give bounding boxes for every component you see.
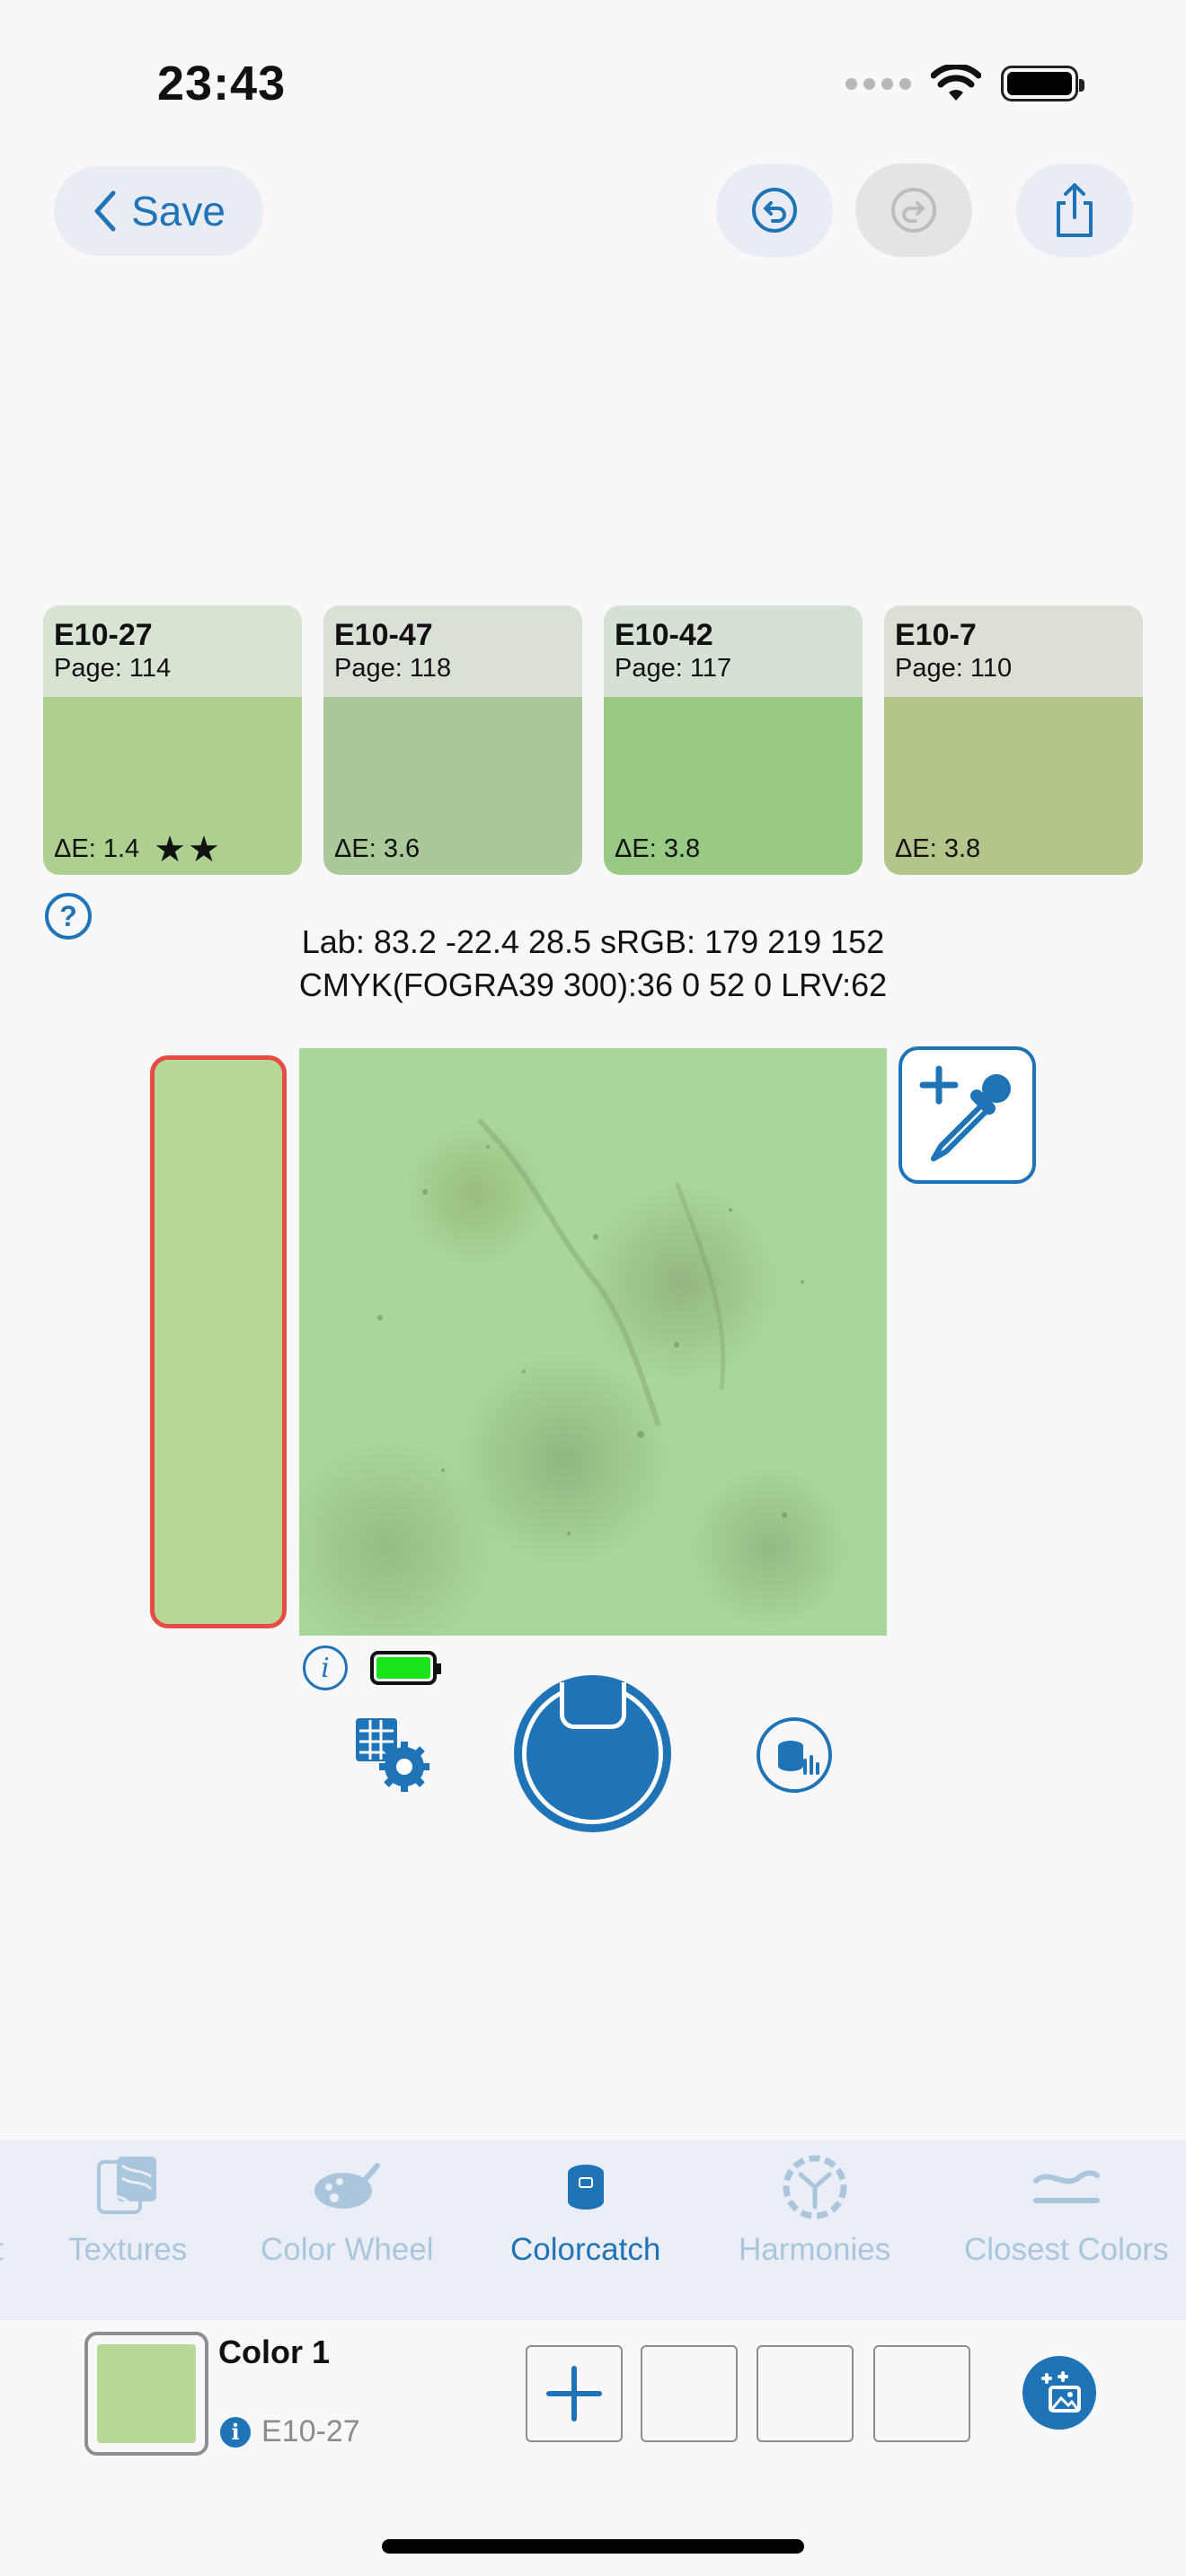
signal-dots-icon bbox=[845, 77, 911, 90]
tab-harmonies[interactable]: Harmonies bbox=[739, 2151, 890, 2268]
plus-icon bbox=[546, 2366, 602, 2422]
textures-icon bbox=[97, 2157, 157, 2214]
palette-icon bbox=[314, 2163, 381, 2209]
share-icon bbox=[1057, 183, 1093, 237]
tab-label: Textures bbox=[68, 2232, 188, 2267]
swatch-page: Page: 110 bbox=[895, 654, 1013, 683]
device-info-icon[interactable]: i bbox=[303, 1645, 348, 1690]
swatch-delta-e: ΔE: 3.8 bbox=[615, 834, 701, 863]
chevron-left-icon bbox=[94, 190, 116, 232]
eyedropper-plus-icon bbox=[919, 1065, 1011, 1161]
tab-partial[interactable]: t bbox=[0, 2151, 4, 2268]
capture-button[interactable] bbox=[514, 1675, 671, 1832]
swatch-header: E10-42 Page: 117 bbox=[604, 605, 863, 697]
redo-button[interactable] bbox=[855, 163, 972, 257]
swatch-code: E10-42 bbox=[615, 618, 713, 652]
add-eyedropper-button[interactable] bbox=[898, 1046, 1036, 1184]
color-slot[interactable] bbox=[641, 2345, 738, 2442]
swatch-color: ΔE: 3.6 bbox=[323, 697, 582, 875]
swatch-page: Page: 118 bbox=[334, 654, 452, 683]
save-button[interactable]: Save bbox=[54, 166, 263, 256]
swatch-page: Page: 114 bbox=[54, 654, 172, 683]
swatch-header: E10-27 Page: 114 bbox=[43, 605, 302, 697]
color-slot[interactable] bbox=[757, 2345, 854, 2442]
lab-srgb-readout: Lab: 83.2 -22.4 28.5 sRGB: 179 219 152 bbox=[301, 923, 885, 960]
save-label: Save bbox=[131, 188, 226, 234]
tab-label: Colorcatch bbox=[510, 2232, 661, 2267]
undo-icon bbox=[752, 188, 797, 233]
device-battery-icon bbox=[370, 1651, 441, 1685]
device-settings-button[interactable] bbox=[350, 1711, 431, 1792]
match-swatch-card[interactable]: E10-7 Page: 110 ΔE: 3.8 bbox=[884, 605, 1143, 875]
swatch-delta-e: ΔE: 3.6 bbox=[334, 834, 420, 863]
swatch-header: E10-47 Page: 118 bbox=[323, 605, 582, 697]
tab-textures[interactable]: Textures bbox=[68, 2151, 187, 2268]
swatch-code: E10-7 bbox=[895, 618, 977, 652]
match-swatch-card[interactable]: E10-27 Page: 114 ΔE: 1.4 ★★ bbox=[43, 605, 302, 875]
add-image-button[interactable] bbox=[1022, 2356, 1096, 2430]
selected-color-preview[interactable] bbox=[150, 1055, 287, 1628]
swatch-code: E10-27 bbox=[54, 618, 153, 652]
swatch-color: ΔE: 3.8 bbox=[884, 697, 1143, 875]
tab-label: Color Wheel bbox=[261, 2232, 434, 2267]
wifi-icon bbox=[931, 65, 981, 101]
color-slot[interactable] bbox=[873, 2345, 970, 2442]
swatch-color: ΔE: 3.8 bbox=[604, 697, 863, 875]
cmyk-lrv-readout: CMYK(FOGRA39 300):36 0 52 0 LRV:62 bbox=[298, 966, 888, 1003]
share-button[interactable] bbox=[1016, 163, 1133, 257]
tab-label: t bbox=[0, 2232, 4, 2268]
colorcatch-device-icon bbox=[567, 2165, 604, 2210]
fan-deck-settings-icon bbox=[356, 1718, 429, 1792]
add-color-slot-button[interactable] bbox=[526, 2345, 623, 2442]
battery-icon bbox=[1001, 66, 1084, 101]
tab-label: Closest Colors bbox=[964, 2232, 1169, 2267]
tab-colorcatch[interactable]: Colorcatch bbox=[510, 2151, 660, 2268]
calibration-icon bbox=[757, 1717, 832, 1793]
harmonies-icon bbox=[783, 2155, 847, 2219]
current-color-name: Color 1 bbox=[218, 2333, 331, 2370]
swatch-delta-e: ΔE: 1.4 bbox=[54, 834, 140, 863]
swatch-page: Page: 117 bbox=[615, 654, 732, 683]
camera-preview bbox=[299, 1048, 887, 1636]
match-swatch-card[interactable]: E10-42 Page: 117 ΔE: 3.8 bbox=[604, 605, 863, 875]
match-swatch-card[interactable]: E10-47 Page: 118 ΔE: 3.6 bbox=[323, 605, 582, 875]
status-time: 23:43 bbox=[157, 57, 287, 110]
calibration-button[interactable] bbox=[755, 1716, 834, 1795]
tab-color-wheel[interactable]: Color Wheel bbox=[261, 2151, 434, 2268]
status-icons bbox=[845, 65, 1084, 102]
home-indicator bbox=[382, 2539, 804, 2554]
tab-closest-colors[interactable]: Closest Colors bbox=[964, 2151, 1169, 2268]
swatch-code: E10-47 bbox=[334, 618, 433, 652]
tab-label: Harmonies bbox=[739, 2232, 891, 2267]
swatch-header: E10-7 Page: 110 bbox=[884, 605, 1143, 697]
redo-icon bbox=[891, 188, 936, 233]
current-color-info[interactable]: i E10-27 bbox=[220, 2414, 360, 2449]
closest-colors-icon bbox=[1032, 2170, 1100, 2203]
current-color-swatch[interactable] bbox=[84, 2332, 208, 2456]
swatch-color: ΔE: 1.4 ★★ bbox=[43, 697, 302, 875]
undo-button[interactable] bbox=[716, 163, 833, 257]
info-icon: i bbox=[220, 2416, 251, 2448]
rating-stars: ★★ bbox=[154, 829, 222, 869]
texture-overlay bbox=[377, 1117, 804, 1535]
swatch-delta-e: ΔE: 3.8 bbox=[895, 834, 981, 863]
add-image-icon bbox=[1041, 2371, 1081, 2413]
current-color-code: E10-27 bbox=[261, 2414, 360, 2448]
